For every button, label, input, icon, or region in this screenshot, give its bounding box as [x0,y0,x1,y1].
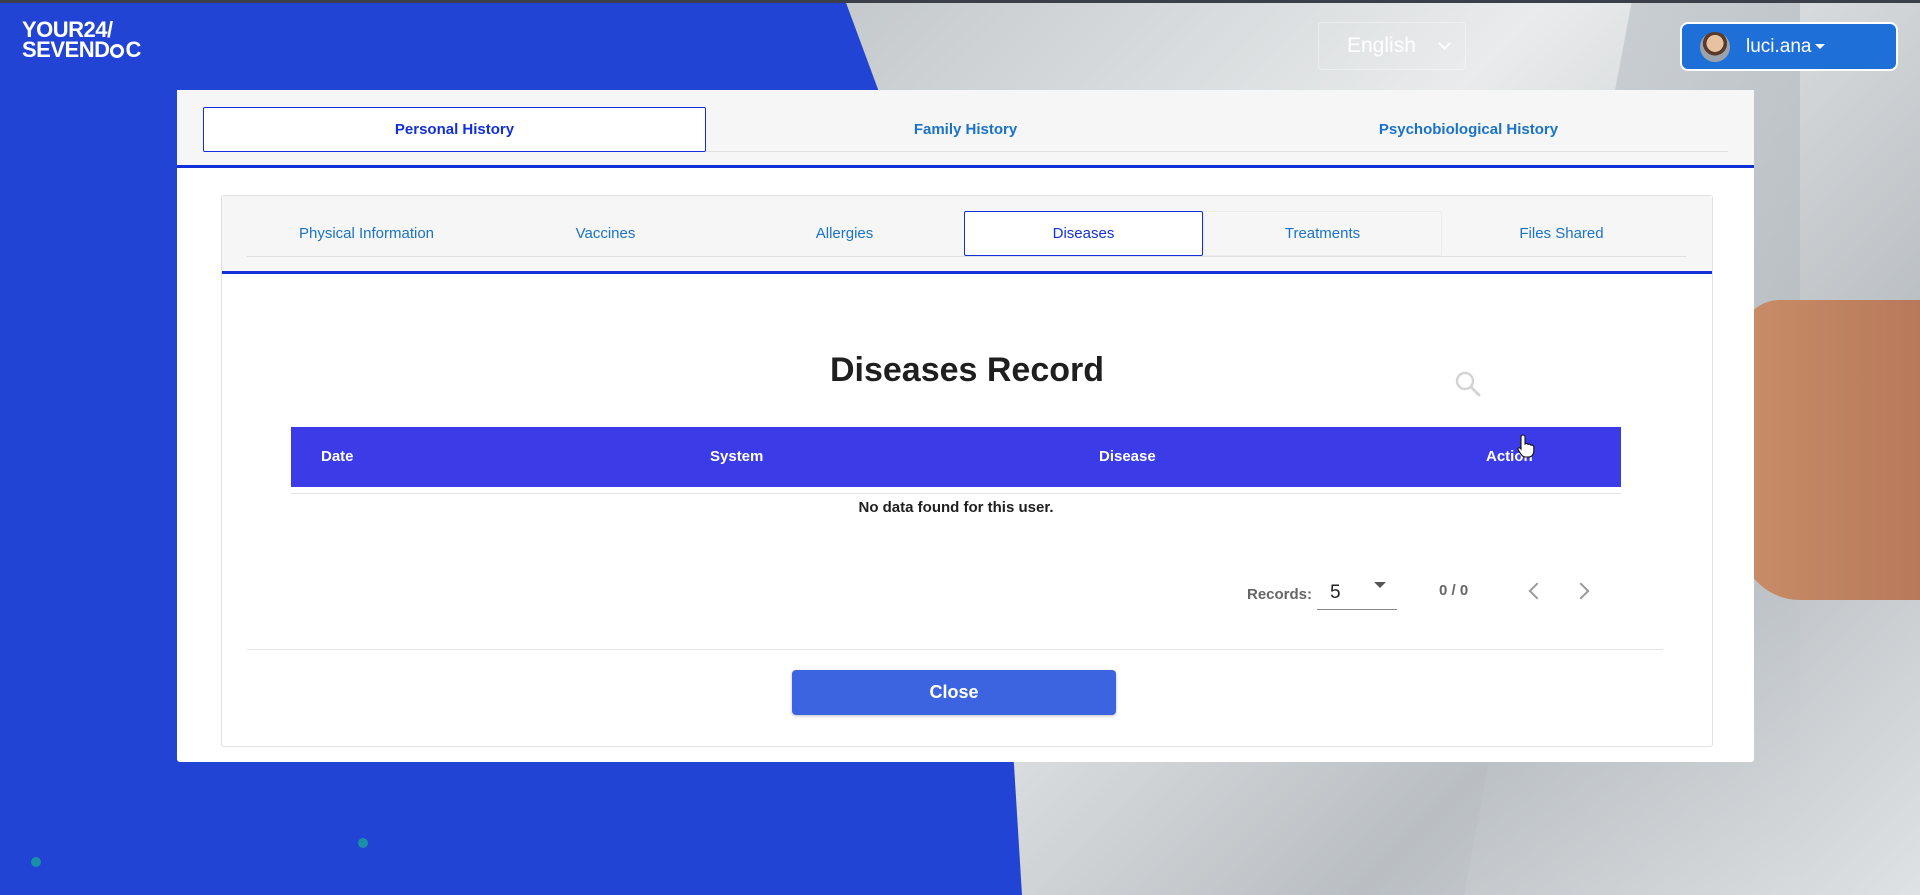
background-photo-arm [1740,300,1920,600]
column-header-system[interactable]: System [710,448,763,465]
hand-pointer-icon [1517,434,1535,458]
tab-psychobiological-history[interactable]: Psychobiological History [1217,107,1720,152]
tab-allergies[interactable]: Allergies [725,211,964,256]
close-button[interactable]: Close [792,670,1116,715]
tab-files-shared[interactable]: Files Shared [1442,211,1681,256]
history-tabs: Personal History Family History Psychobi… [177,90,1754,168]
logo-text-b: C [125,37,141,62]
page-title: Diseases Record [829,351,1105,389]
tab-diseases[interactable]: Diseases [964,211,1203,256]
decorative-dot [31,857,41,867]
footer-divider [247,649,1663,650]
history-modal: Personal History Family History Psychobi… [177,90,1754,762]
avatar [1700,31,1730,62]
chevron-left-icon[interactable] [1528,582,1546,600]
tab-family-history[interactable]: Family History [714,107,1217,152]
column-header-date[interactable]: Date [321,448,354,465]
page-info: 0 / 0 [1439,582,1469,599]
personal-history-tabs: Physical Information Vaccines Allergies … [222,196,1712,274]
window-top-edge [0,0,1920,3]
records-per-page-value: 5 [1330,582,1341,603]
language-select[interactable]: English [1318,22,1466,70]
tab-treatments[interactable]: Treatments [1203,211,1442,256]
user-menu-button[interactable]: luci.ana [1680,22,1898,71]
decorative-dot [358,838,368,848]
tab-personal-history[interactable]: Personal History [203,107,706,152]
language-value: English [1347,34,1416,57]
logo-line-2: SEVEND C [22,37,141,62]
table-header: Date System Disease Action [291,427,1621,487]
empty-state-message: No data found for this user. [858,499,1054,516]
records-label: Records: [1247,586,1313,603]
table-divider [291,493,1621,494]
logo[interactable]: YOUR24/ SEVEND C [22,19,141,62]
personal-history-panel: Physical Information Vaccines Allergies … [221,195,1713,747]
tab-vaccines[interactable]: Vaccines [486,211,725,256]
records-per-page-select[interactable]: 5 [1317,570,1397,610]
username: luci.ana [1746,35,1812,57]
chevron-right-icon[interactable] [1572,582,1590,600]
logo-text-a: SEVEND [22,37,110,62]
search-icon[interactable] [1454,370,1482,398]
tab-physical-information[interactable]: Physical Information [247,211,486,256]
column-header-disease[interactable]: Disease [1099,448,1156,465]
tab-divider [247,256,1687,257]
chevron-down-icon [1438,37,1451,50]
logo-ring-icon [110,44,125,58]
caret-down-icon [1374,582,1386,588]
caret-down-icon [1814,44,1825,49]
